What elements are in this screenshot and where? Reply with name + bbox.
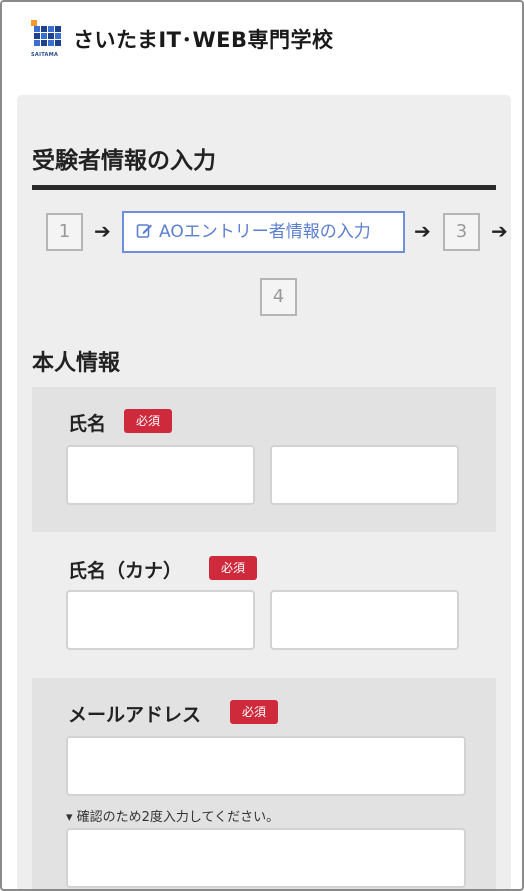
arrow-right-icon: ➔ — [491, 219, 508, 243]
required-badge: 必須 — [230, 700, 279, 724]
email-label: メールアドレス — [68, 704, 202, 726]
last-name-input[interactable] — [66, 445, 255, 505]
arrow-right-icon: ➔ — [414, 219, 431, 243]
title-divider — [32, 185, 496, 190]
school-name[interactable]: さいたまIT･WEB専門学校 — [73, 24, 334, 54]
first-name-kana-input[interactable] — [270, 590, 459, 650]
edit-icon — [136, 224, 152, 238]
name-field-group: 氏名 必須 — [32, 387, 496, 532]
step-2-label: AOエントリー者情報の入力 — [159, 222, 371, 242]
email-input[interactable] — [66, 736, 466, 796]
browser-viewport: SAITAMA さいたまIT･WEB専門学校 受験者情報の入力 1 ➔ AOエン… — [0, 0, 524, 891]
name-label: 氏名 — [68, 413, 107, 435]
section-title-personal-info: 本人情報 — [32, 351, 121, 376]
step-2-current: AOエントリー者情報の入力 — [122, 211, 405, 253]
form-panel: 受験者情報の入力 1 ➔ AOエントリー者情報の入力 ➔ 3 ➔ 4 本人情報 … — [17, 95, 511, 889]
required-badge: 必須 — [209, 556, 258, 580]
email-confirm-hint: ▾ 確認のため2度入力してください。 — [66, 810, 280, 825]
first-name-input[interactable] — [270, 445, 459, 505]
last-name-kana-input[interactable] — [66, 590, 255, 650]
site-header: SAITAMA さいたまIT･WEB専門学校 — [2, 2, 522, 78]
logo-subtext: SAITAMA — [31, 52, 59, 58]
required-badge: 必須 — [124, 409, 173, 433]
step-1: 1 — [46, 213, 83, 251]
email-confirm-input[interactable] — [66, 828, 466, 888]
name-kana-field-group: 氏名（カナ） 必須 — [32, 532, 496, 678]
step-3: 3 — [443, 213, 480, 251]
step-4: 4 — [260, 278, 297, 316]
email-field-group: メールアドレス 必須 ▾ 確認のため2度入力してください。 — [32, 678, 496, 889]
arrow-right-icon: ➔ — [94, 219, 111, 243]
page-title: 受験者情報の入力 — [32, 148, 216, 174]
name-kana-label: 氏名（カナ） — [68, 560, 183, 582]
